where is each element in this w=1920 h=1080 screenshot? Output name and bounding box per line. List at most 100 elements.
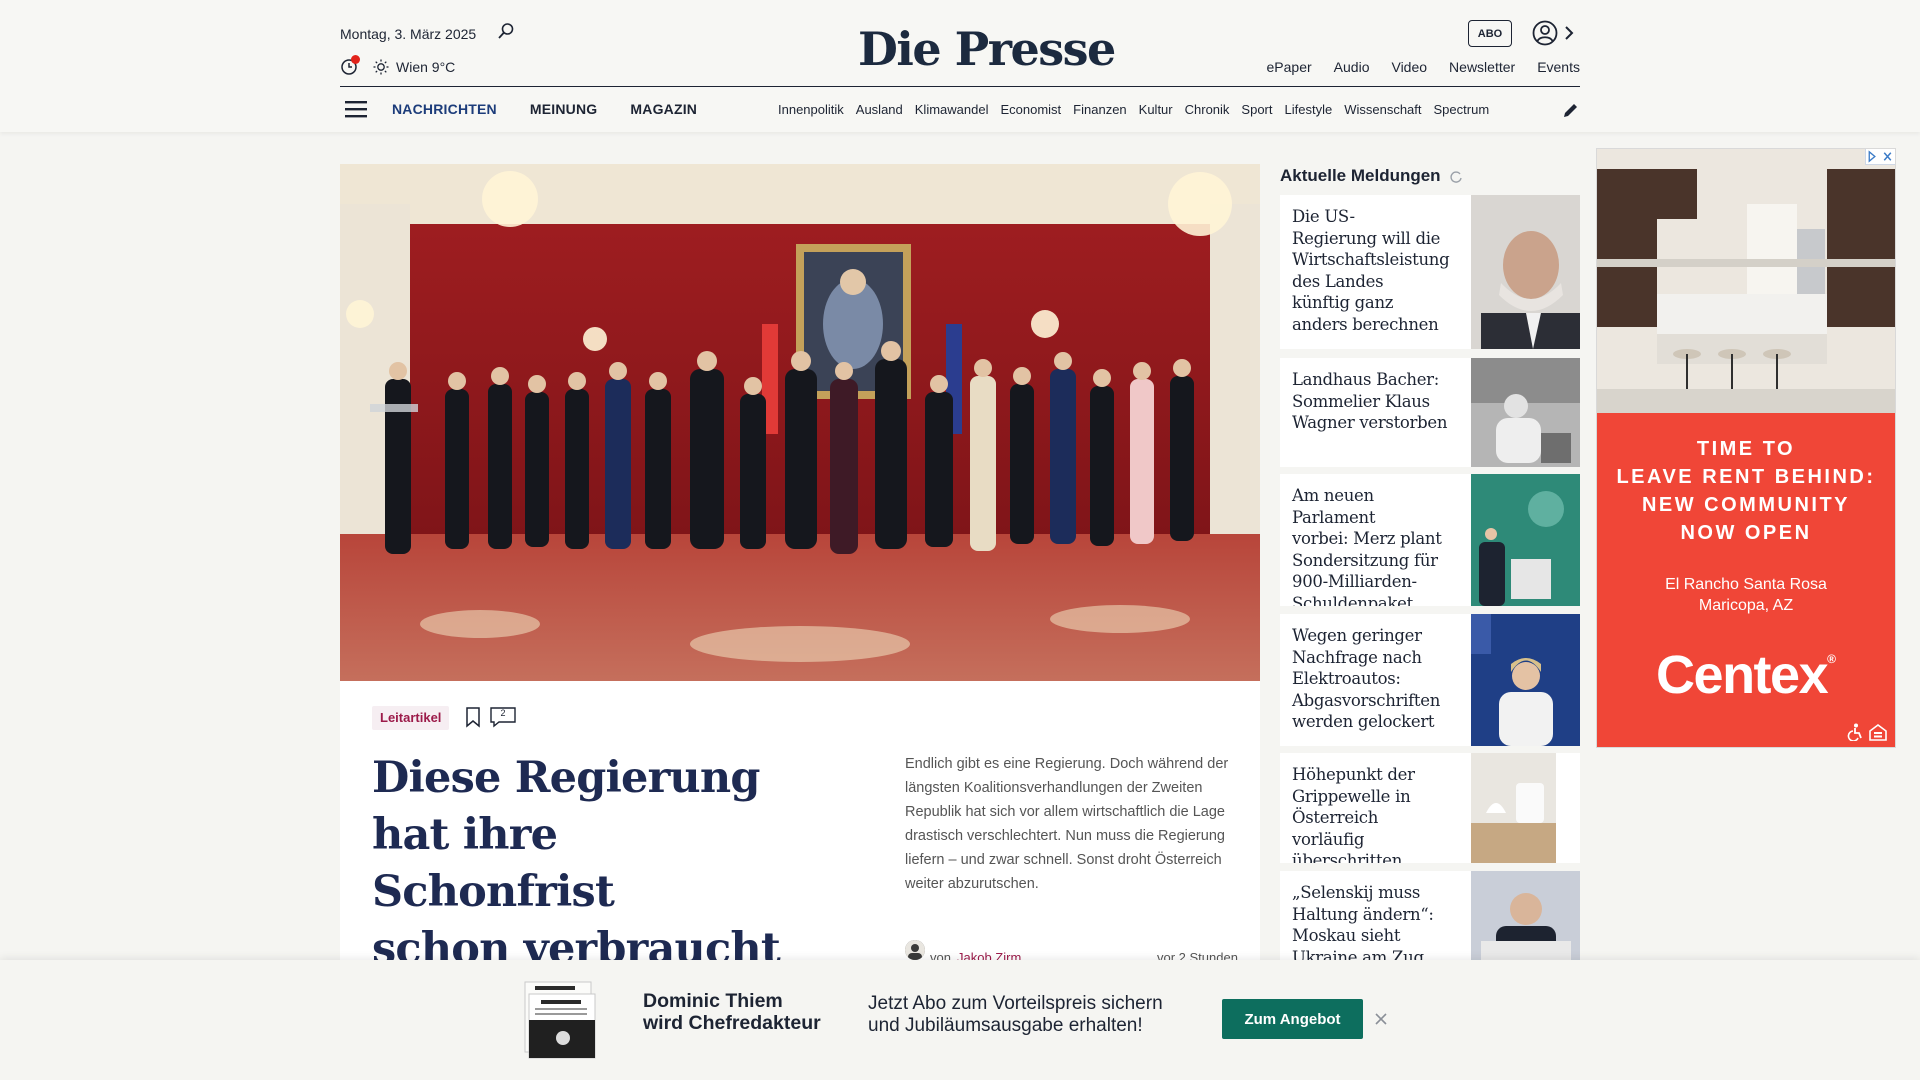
pencil-icon[interactable] xyxy=(1562,101,1580,119)
news-headline-line: anders berechnen xyxy=(1292,314,1439,334)
ad-brand-name: Centex xyxy=(1656,645,1829,705)
news-headline-line: Sommelier Klaus xyxy=(1292,391,1430,411)
news-headline-line: überschritten xyxy=(1292,851,1403,863)
news-headline-line: werden gelockert xyxy=(1292,712,1435,731)
news-list-item[interactable]: Die US- Regierung will die Wirtschaftsle… xyxy=(1280,195,1580,349)
news-headline-line: Wegen geringer xyxy=(1292,626,1422,645)
nav-kultur[interactable]: Kultur xyxy=(1139,102,1173,117)
nav-nachrichten[interactable]: NACHRICHTEN xyxy=(392,101,497,117)
news-headline-line: Moskau sieht xyxy=(1292,926,1401,945)
current-date: Montag, 3. März 2025 xyxy=(340,26,477,42)
promo-headline: Dominic Thiem wird Chefredakteur xyxy=(643,990,821,1034)
news-headline-line: Elektroautos: xyxy=(1292,669,1401,688)
site-header: Montag, 3. März 2025 Wien 9°C Die Presse… xyxy=(0,0,1920,132)
news-headline: Landhaus Bacher: Sommelier Klaus Wagner … xyxy=(1292,369,1452,434)
link-events[interactable]: Events xyxy=(1537,59,1580,75)
news-list-item[interactable]: Wegen geringer Nachfrage nach Elektroaut… xyxy=(1280,614,1580,746)
news-headline-line: Regierung will die xyxy=(1292,228,1441,248)
ad-headline-line: TIME TO xyxy=(1696,438,1796,460)
header-divider xyxy=(340,86,1580,87)
link-video[interactable]: Video xyxy=(1391,59,1427,75)
hero-lead-text: Endlich gibt es eine Regierung. Doch wäh… xyxy=(905,756,1229,892)
news-list-item[interactable]: Höhepunkt der Grippewelle in Österreich … xyxy=(1280,753,1580,863)
nav-lifestyle[interactable]: Lifestyle xyxy=(1285,102,1333,117)
link-newsletter[interactable]: Newsletter xyxy=(1449,59,1515,75)
nav-magazin[interactable]: MAGAZIN xyxy=(630,101,697,117)
ad-kitchen-photo xyxy=(1597,149,1895,413)
abo-button[interactable]: ABO xyxy=(1468,20,1512,47)
hero-headline[interactable]: Diese Regierung hat ihre Schonfrist scho… xyxy=(372,750,802,978)
nav-innenpolitik[interactable]: Innenpolitik xyxy=(778,102,844,117)
news-headline: Höhepunkt der Grippewelle in Österreich … xyxy=(1292,764,1452,863)
ad-headline-line: NEW COMMUNITY xyxy=(1641,494,1851,516)
news-list-item[interactable]: Landhaus Bacher: Sommelier Klaus Wagner … xyxy=(1280,358,1580,467)
promo-text-line: Jetzt Abo zum Vorteilspreis sichern xyxy=(868,993,1163,1014)
news-list-heading[interactable]: Aktuelle Meldungen xyxy=(1280,166,1441,186)
news-headline-line: Sondersitzung für xyxy=(1292,550,1438,570)
ad-location-line: Maricopa, AZ xyxy=(1698,597,1794,614)
link-audio[interactable]: Audio xyxy=(1334,59,1370,75)
news-headline-line: Am neuen Parlament xyxy=(1292,486,1376,527)
ad-brand-mark: ® xyxy=(1827,652,1836,666)
offer-button[interactable]: Zum Angebot xyxy=(1222,999,1363,1039)
nav-chronik[interactable]: Chronik xyxy=(1185,102,1230,117)
adchoices-icon[interactable] xyxy=(1865,149,1895,165)
news-thumbnail xyxy=(1471,753,1580,863)
nav-meinung[interactable]: MEINUNG xyxy=(530,101,598,117)
close-icon[interactable] xyxy=(1374,1012,1388,1026)
equal-housing-icon xyxy=(1869,724,1887,741)
news-headline-line: Haltung ändern“: xyxy=(1292,904,1434,924)
section-nav: Innenpolitik Ausland Klimawandel Economi… xyxy=(778,102,1538,117)
chevron-right-icon[interactable] xyxy=(1563,23,1575,43)
news-headline: Wegen geringer Nachfrage nach Elektroaut… xyxy=(1292,625,1452,733)
bookmark-icon[interactable] xyxy=(464,706,482,728)
news-headline-line: 900-Milliarden- xyxy=(1292,572,1417,591)
news-headline: Die US- Regierung will die Wirtschaftsle… xyxy=(1292,206,1452,335)
news-headline-line: künftig ganz xyxy=(1292,293,1394,312)
refresh-icon xyxy=(1450,171,1462,183)
nav-ausland[interactable]: Ausland xyxy=(856,102,903,117)
news-list-item[interactable]: „Selenskij muss Haltung ändern“: Moskau … xyxy=(1280,871,1580,961)
nav-wissenschaft[interactable]: Wissenschaft xyxy=(1344,102,1421,117)
ad-headline-line: LEAVE RENT BEHIND: xyxy=(1616,466,1876,488)
nav-sport[interactable]: Sport xyxy=(1241,102,1272,117)
comment-count: 2 xyxy=(500,708,506,718)
promo-text-line: und Jubiläumsausgabe erhalten! xyxy=(868,1015,1143,1036)
hamburger-menu-icon[interactable] xyxy=(345,100,367,118)
news-headline-line: Landhaus Bacher: xyxy=(1292,370,1440,389)
promo-text: Jetzt Abo zum Vorteilspreis sichern und … xyxy=(868,993,1163,1037)
news-headline-line: des Landes xyxy=(1292,271,1384,291)
sun-icon xyxy=(373,59,389,75)
ad-location: El Rancho Santa Rosa Maricopa, AZ xyxy=(1597,574,1895,616)
weather-label[interactable]: Wien 9°C xyxy=(396,59,455,75)
ad-headline-line: NOW OPEN xyxy=(1680,522,1812,544)
advertisement[interactable]: TIME TO LEAVE RENT BEHIND: NEW COMMUNITY… xyxy=(1596,148,1896,748)
news-headline: „Selenskij muss Haltung ändern“: Moskau … xyxy=(1292,882,1452,961)
top-links: ePaper Audio Video Newsletter Events xyxy=(1245,59,1580,75)
notification-dot xyxy=(351,55,360,64)
site-logo[interactable]: Die Presse xyxy=(858,22,1116,76)
nav-klimawandel[interactable]: Klimawandel xyxy=(915,102,989,117)
hero-headline-line: Diese Regierung xyxy=(372,753,760,803)
news-thumbnail xyxy=(1471,871,1580,961)
news-headline-line: Wagner verstorben xyxy=(1292,413,1448,432)
link-epaper[interactable]: ePaper xyxy=(1267,59,1312,75)
user-account-icon[interactable] xyxy=(1532,20,1558,46)
news-thumbnail xyxy=(1471,358,1580,467)
news-headline-line: Die US- xyxy=(1292,207,1355,226)
news-headline: Am neuen Parlament vorbei: Merz plant So… xyxy=(1292,485,1452,606)
nav-economist[interactable]: Economist xyxy=(1000,102,1061,117)
news-headline-line: Wirtschaftsleistung xyxy=(1292,250,1450,269)
nav-finanzen[interactable]: Finanzen xyxy=(1073,102,1126,117)
nav-spectrum[interactable]: Spectrum xyxy=(1434,102,1490,117)
news-list-item[interactable]: Am neuen Parlament vorbei: Merz plant So… xyxy=(1280,474,1580,606)
news-headline-line: vorbei: Merz plant xyxy=(1292,529,1442,548)
hero-image[interactable] xyxy=(340,164,1260,681)
article-category-badge[interactable]: Leitartikel xyxy=(372,706,450,730)
search-icon[interactable] xyxy=(497,22,515,40)
hero-headline-line: hat ihre Schonfrist xyxy=(372,810,615,917)
news-headline-line: Nachfrage nach xyxy=(1292,647,1422,667)
news-headline-line: Österreich vorläufig xyxy=(1292,808,1379,849)
news-headline-line: Höhepunkt der xyxy=(1292,765,1415,784)
news-headline-line: Grippewelle in xyxy=(1292,786,1411,806)
